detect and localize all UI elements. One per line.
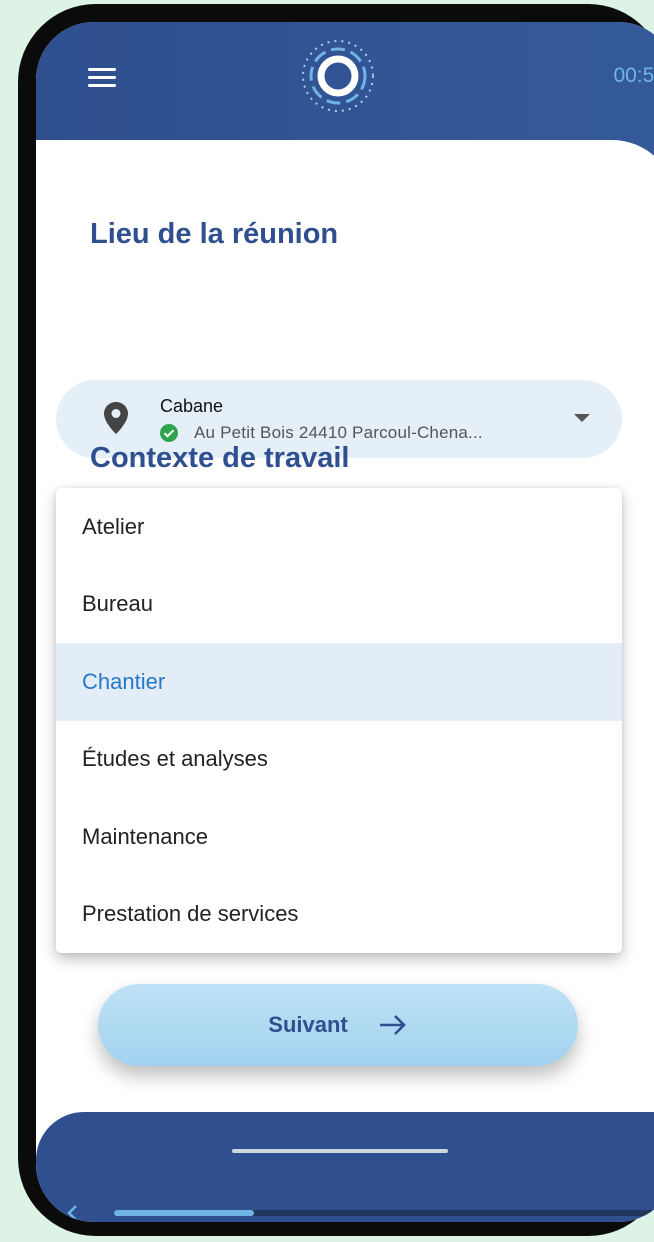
meeting-place-address: Au Petit Bois 24410 Parcoul-Chena...: [194, 423, 483, 442]
menu-icon[interactable]: [88, 68, 116, 88]
dropdown-option-atelier[interactable]: Atelier: [56, 488, 622, 566]
back-chevron-icon[interactable]: [66, 1204, 78, 1222]
meeting-place-name: Cabane: [160, 396, 224, 416]
home-indicator: [232, 1149, 448, 1153]
next-button[interactable]: Suivant: [98, 984, 578, 1066]
dropdown-option-etudes-et-analyses[interactable]: Études et analyses: [56, 721, 622, 799]
arrow-right-icon: [379, 1015, 406, 1035]
work-context-dropdown: Atelier Bureau Chantier Études et analys…: [56, 488, 622, 953]
dropdown-option-maintenance[interactable]: Maintenance: [56, 798, 622, 876]
check-circle-icon: [160, 424, 178, 442]
dropdown-caret-icon[interactable]: [574, 414, 590, 422]
dropdown-option-chantier[interactable]: Chantier: [56, 643, 622, 721]
bottom-bar: [36, 1112, 654, 1222]
dropdown-option-bureau[interactable]: Bureau: [56, 566, 622, 644]
location-pin-icon: [104, 402, 128, 434]
next-button-label: Suivant: [268, 1012, 348, 1037]
meeting-place-title: Lieu de la réunion: [90, 218, 339, 250]
progress-thumb[interactable]: [114, 1210, 254, 1216]
progress-track: [114, 1210, 654, 1216]
dropdown-option-prestation-de-services[interactable]: Prestation de services: [56, 876, 622, 954]
session-timer: 00:53: [613, 64, 654, 87]
logo-icon: [302, 40, 374, 112]
work-context-title: Contexte de travail: [90, 442, 350, 474]
app-screen: 00:53 Lieu de la réunion Cabane Au Petit…: [36, 22, 654, 1222]
